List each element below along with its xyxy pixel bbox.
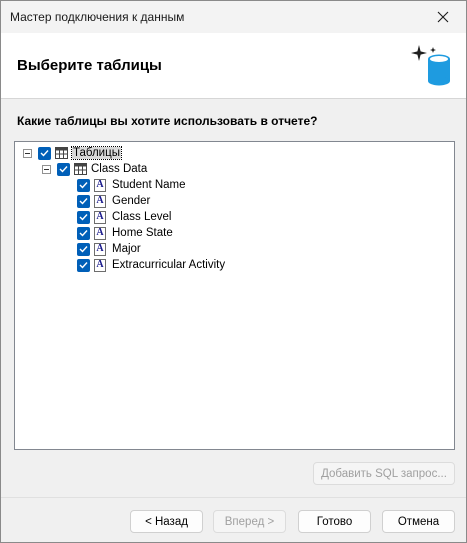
tree-field-label: Student Name bbox=[112, 179, 186, 191]
collapse-icon[interactable] bbox=[23, 148, 32, 158]
checkbox-checked-icon[interactable] bbox=[77, 178, 90, 192]
page-title: Выберите таблицы bbox=[17, 57, 162, 74]
data-connection-wizard-window: Мастер подключения к данным Выберите таб… bbox=[0, 0, 467, 543]
next-button[interactable]: Вперед > bbox=[213, 510, 286, 533]
checkbox-checked-icon[interactable] bbox=[77, 258, 90, 272]
collapse-icon[interactable] bbox=[42, 164, 51, 174]
tree-field-node[interactable]: A Home State bbox=[77, 225, 173, 241]
text-field-icon: A bbox=[94, 258, 106, 272]
text-field-icon: A bbox=[94, 194, 106, 208]
title-bar[interactable]: Мастер подключения к данным bbox=[1, 1, 466, 33]
tree-field-node[interactable]: A Major bbox=[77, 241, 141, 257]
tree-field-node[interactable]: A Class Level bbox=[77, 209, 171, 225]
tree-field-label: Major bbox=[112, 243, 141, 255]
tree-root-node[interactable]: Таблицы bbox=[23, 145, 122, 161]
checkbox-checked-icon[interactable] bbox=[77, 226, 90, 240]
tree-table-node[interactable]: Class Data bbox=[42, 161, 147, 177]
tree-field-label: Class Level bbox=[112, 211, 172, 223]
tree-field-label: Home State bbox=[112, 227, 173, 239]
add-sql-query-button[interactable]: Добавить SQL запрос... bbox=[313, 462, 455, 485]
text-field-icon: A bbox=[94, 226, 106, 240]
tree-field-label: Gender bbox=[112, 195, 151, 207]
table-grid-icon bbox=[74, 163, 87, 175]
back-button[interactable]: < Назад bbox=[130, 510, 203, 533]
text-field-icon: A bbox=[94, 178, 106, 192]
footer-divider bbox=[1, 497, 466, 498]
finish-button[interactable]: Готово bbox=[298, 510, 371, 533]
checkbox-checked-icon[interactable] bbox=[77, 194, 90, 208]
tables-tree[interactable]: Таблицы Class Data A Student Name A Gend… bbox=[14, 141, 455, 450]
checkbox-checked-icon[interactable] bbox=[38, 146, 51, 160]
tree-field-label: Extracurricular Activity bbox=[112, 259, 226, 271]
window-title: Мастер подключения к данным bbox=[10, 10, 185, 24]
text-field-icon: A bbox=[94, 242, 106, 256]
tree-table-label: Class Data bbox=[91, 163, 148, 175]
tables-question: Какие таблицы вы хотите использовать в о… bbox=[17, 114, 318, 128]
tree-field-node[interactable]: A Student Name bbox=[77, 177, 186, 193]
close-button[interactable] bbox=[420, 1, 466, 33]
tree-field-node[interactable]: A Extracurricular Activity bbox=[77, 257, 225, 273]
checkbox-checked-icon[interactable] bbox=[77, 210, 90, 224]
checkbox-checked-icon[interactable] bbox=[57, 162, 70, 176]
tree-root-label: Таблицы bbox=[71, 146, 122, 160]
wizard-header: Выберите таблицы bbox=[1, 33, 466, 99]
cancel-button[interactable]: Отмена bbox=[382, 510, 455, 533]
close-icon bbox=[437, 11, 449, 23]
database-sparkle-icon bbox=[411, 45, 450, 86]
checkbox-checked-icon[interactable] bbox=[77, 242, 90, 256]
text-field-icon: A bbox=[94, 210, 106, 224]
table-grid-icon bbox=[55, 147, 68, 159]
tree-field-node[interactable]: A Gender bbox=[77, 193, 150, 209]
